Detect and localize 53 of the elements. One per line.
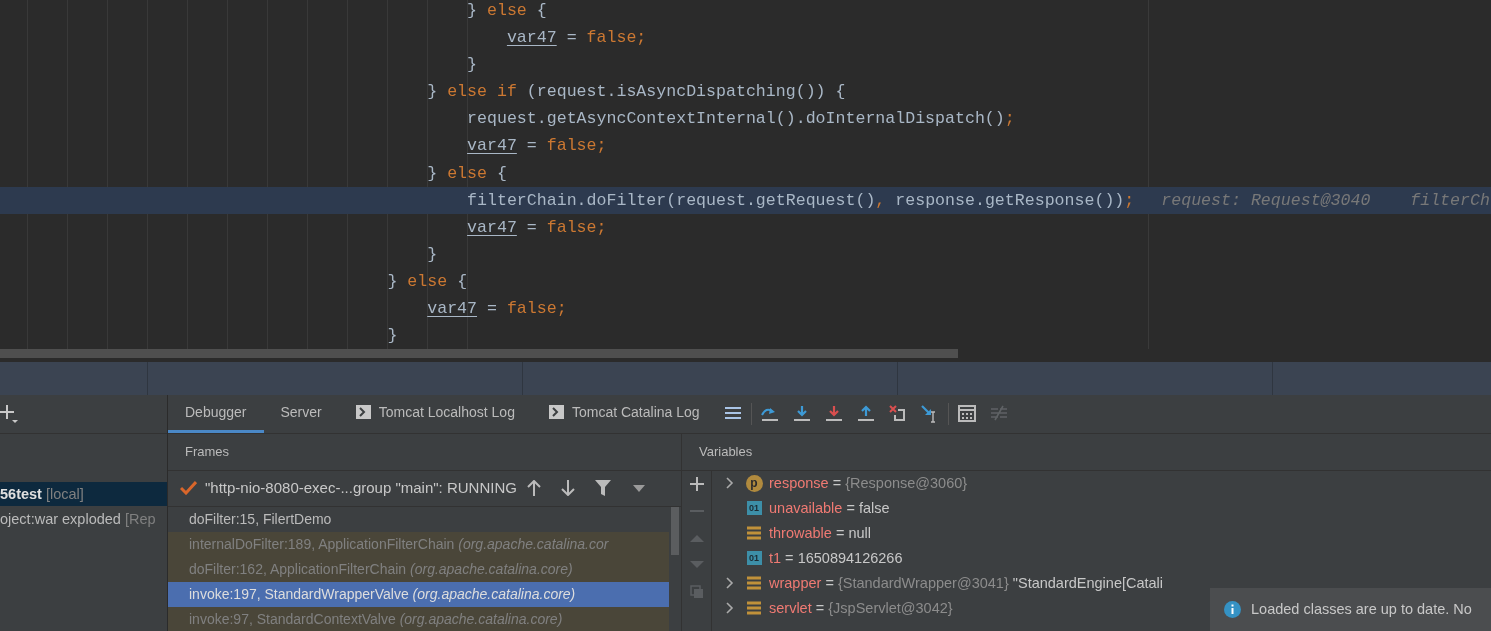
console-icon: [355, 405, 371, 420]
code-line: } else {: [467, 0, 547, 22]
code-line: } else {: [427, 162, 507, 185]
variable-text[interactable]: wrapper = {StandardWrapper@3041} "StandardEngine[Catali: [769, 572, 1164, 595]
down-arrow-icon: [824, 404, 843, 423]
filter-icon[interactable]: [594, 480, 611, 497]
down-arrow-icon[interactable]: [560, 480, 575, 497]
code-line: request.getAsyncContextInternal().doInternalDispatch();: [467, 108, 1015, 131]
scrollbar[interactable]: [671, 506, 679, 555]
code-line: }: [427, 243, 438, 266]
primitive-icon: 01: [746, 551, 762, 566]
code-line: filterChain.doFilter(request.getRequest(), response.getResponse());: [467, 189, 1135, 212]
code-line: }: [387, 325, 398, 348]
add-icon[interactable]: [689, 476, 704, 491]
tab[interactable]: Server: [263, 394, 339, 433]
check-icon: [180, 481, 197, 496]
panel-title: Variables: [682, 433, 1491, 471]
notification-text: Loaded classes are up to date. No: [1251, 599, 1472, 619]
variable-text[interactable]: unavailable = false: [769, 497, 890, 520]
down-arrow-icon: [792, 404, 811, 423]
cross-box-icon: [888, 404, 907, 423]
code-line: } else if (request.isAsyncDispatching()) {: [427, 81, 846, 104]
scrollbar[interactable]: [0, 349, 958, 358]
session-item[interactable]: 56test [local]: [0, 481, 167, 506]
thread-selector[interactable]: "http-nio-8080-exec-...group "main": RUNNING: [205, 477, 517, 500]
session-item[interactable]: oject:war exploded [Rep: [0, 506, 167, 531]
code-line: } else {: [387, 270, 468, 293]
up-arrow-icon[interactable]: [526, 480, 541, 497]
strikethrough-lines-icon: [989, 404, 1008, 423]
code-line: var47 = false;: [427, 298, 567, 321]
variable-text[interactable]: response = {Response@3060}: [769, 472, 968, 495]
up-arrow-icon: [856, 404, 875, 423]
caret-icon[interactable]: [632, 484, 645, 492]
tab[interactable]: Tomcat Catalina Log: [531, 394, 717, 433]
inline-hint: request: Request@3040 filterCh: [1161, 189, 1490, 212]
parameter-icon: p: [745, 474, 763, 492]
primitive-icon: 01: [746, 501, 762, 516]
variable-text[interactable]: servlet = {JspServlet@3042}: [769, 597, 953, 620]
info-icon: [1224, 601, 1241, 618]
code-line: var47 = false;: [467, 216, 607, 239]
variable-text[interactable]: t1 = 1650894126266: [769, 547, 903, 570]
console-icon: [548, 405, 564, 420]
frame-item[interactable]: invoke:197, StandardWrapperValve (org.apache.catalina.core): [168, 581, 669, 607]
variable-text[interactable]: throwable = null: [769, 522, 871, 545]
tab[interactable]: Tomcat Localhost Log: [338, 394, 532, 433]
add-icon[interactable]: [0, 403, 18, 424]
code-line: var47 = false;: [467, 135, 607, 158]
code-line: }: [467, 54, 478, 77]
code-line: var47 = false;: [506, 27, 647, 50]
frame-item[interactable]: doFilter:15, FilertDemo: [168, 506, 669, 532]
panel-title: Frames: [168, 433, 681, 471]
calculator-icon: [957, 404, 976, 423]
tab[interactable]: Debugger: [168, 394, 264, 433]
